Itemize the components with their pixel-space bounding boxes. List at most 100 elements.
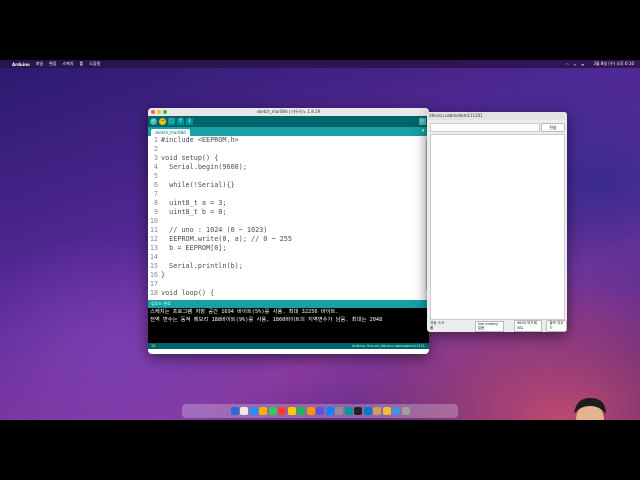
code-line[interactable]: 18 void loop() { — [148, 289, 429, 298]
code-text[interactable]: uint8_t a = 3; — [161, 199, 226, 208]
calendar-icon[interactable] — [278, 407, 286, 415]
code-text[interactable]: void loop() { — [161, 289, 214, 298]
code-line[interactable]: 17 — [148, 280, 429, 289]
messages-icon[interactable] — [268, 407, 277, 415]
line-number: 18 — [149, 289, 158, 297]
code-line[interactable]: 15 Serial.println(b); — [148, 262, 429, 271]
console-line: 스케치는 프로그램 저장 공간 1694 바이트(5%)를 사용. 최대 322… — [150, 309, 339, 315]
code-line[interactable]: 2 — [148, 145, 429, 154]
archive-icon[interactable] — [373, 407, 381, 415]
menu-app-name[interactable]: Arduino — [12, 62, 30, 67]
new-sketch-icon[interactable]: ▢ — [168, 118, 175, 125]
menu-clock[interactable]: 3월 8일 (수) 오후 6:10 — [593, 61, 634, 67]
code-text[interactable]: } — [161, 271, 165, 280]
wifi-icon[interactable]: ◠ — [565, 62, 569, 67]
clear-output-button[interactable]: 출력 지우기 — [546, 320, 567, 332]
line-number: 10 — [149, 217, 158, 225]
serial-monitor-title[interactable]: /dev/cu.usbmodem111201 — [427, 112, 567, 120]
code-line[interactable]: 4 Serial.begin(9600); — [148, 163, 429, 172]
chrome-icon[interactable] — [259, 407, 267, 415]
notes-icon[interactable] — [287, 407, 296, 415]
serial-bottom-bar: 자동 스크롤 line ending 없음 9600 보드레이트 출력 지우기 — [427, 320, 567, 332]
code-line[interactable]: 16} — [148, 271, 429, 280]
line-number: 4 — [153, 163, 158, 171]
line-number: 5 — [153, 172, 158, 180]
dock — [182, 404, 458, 418]
menu-tools[interactable]: 툴 — [80, 61, 84, 67]
tab-sketch[interactable]: sketch_mar08d — [151, 129, 190, 136]
code-editor[interactable]: 1 #include <EEPROM.h> 2 3 void setup() {4 Se… — [148, 136, 429, 300]
code-line[interactable]: 3 void setup() { — [148, 154, 429, 163]
terminal-icon[interactable] — [354, 407, 362, 415]
arduino-ide-window: sketch_mar08d | 아두이노 1.8.19 ✓ → ▢ ↑ ↓ ⌕ … — [148, 108, 429, 354]
serial-monitor-window: /dev/cu.usbmodem111201 전송 자동 스크롤 line en… — [427, 112, 567, 332]
menu-edit[interactable]: 편집 — [49, 61, 56, 67]
code-line[interactable]: 10 — [148, 217, 429, 226]
music-icon[interactable] — [316, 407, 324, 415]
minimize-window-button[interactable] — [157, 110, 161, 114]
line-number: 16 — [149, 271, 158, 279]
menu-sketch[interactable]: 스케치 — [63, 61, 74, 67]
folder-icon[interactable] — [382, 407, 391, 415]
code-line[interactable]: 11 // uno : 1024 (0 ~ 1023) — [148, 226, 429, 235]
line-ending-select[interactable]: line ending 없음 — [474, 320, 504, 332]
spotify-icon[interactable] — [297, 407, 305, 415]
search-icon[interactable]: ⌕ — [574, 62, 576, 67]
code-line[interactable]: 6 while(!Serial){} — [148, 181, 429, 190]
menu-file[interactable]: 파일 — [36, 61, 43, 67]
line-number: 17 — [149, 280, 158, 288]
code-line[interactable]: 12 EEPROM.write(0, a); // 0 ~ 255 — [148, 235, 429, 244]
code-text[interactable]: #include <EEPROM.h> — [161, 136, 239, 145]
code-line[interactable]: 5 — [148, 172, 429, 181]
code-text[interactable]: // uno : 1024 (0 ~ 1023) — [161, 226, 267, 235]
menu-help[interactable]: 도움말 — [89, 61, 100, 67]
vscode-icon[interactable] — [363, 407, 372, 415]
line-number: 8 — [153, 199, 158, 207]
close-window-button[interactable] — [151, 110, 155, 114]
trash-icon[interactable] — [401, 407, 410, 415]
code-text[interactable]: Serial.begin(9600); — [161, 163, 247, 172]
code-text[interactable]: uint8_t b = 0; — [161, 208, 226, 217]
code-text[interactable]: void setup() { — [161, 154, 218, 163]
upload-icon[interactable]: → — [159, 118, 166, 125]
ide-footer: 15 Arduino Uno on /dev/cu.usbmodem11101 — [148, 343, 429, 349]
code-text[interactable]: while(!Serial){} — [161, 181, 235, 190]
safari-icon[interactable] — [249, 407, 258, 415]
launchpad-icon[interactable] — [240, 407, 248, 415]
ide-toolbar: ✓ → ▢ ↑ ↓ ⌕ — [148, 116, 429, 127]
serial-send-button[interactable]: 전송 — [541, 123, 565, 132]
code-line[interactable]: 8 uint8_t a = 3; — [148, 199, 429, 208]
ide-title-bar[interactable]: sketch_mar08d | 아두이노 1.8.19 — [148, 108, 429, 116]
code-text[interactable]: b = EEPROM[0]; — [161, 244, 226, 253]
webcam-person — [574, 398, 606, 420]
tab-menu-icon[interactable]: ▾ — [420, 128, 426, 134]
ide-window-title: sketch_mar08d | 아두이노 1.8.19 — [256, 109, 321, 114]
open-sketch-icon[interactable]: ↑ — [177, 118, 184, 125]
finder-icon[interactable] — [230, 407, 239, 415]
footer-line-number: 15 — [151, 344, 156, 348]
save-sketch-icon[interactable]: ↓ — [186, 118, 193, 125]
code-line[interactable]: 9 uint8_t b = 0; — [148, 208, 429, 217]
code-line[interactable]: 1 #include <EEPROM.h> — [148, 136, 429, 145]
line-number: 13 — [149, 244, 158, 252]
line-number: 14 — [149, 253, 158, 261]
app-store-icon[interactable] — [325, 407, 334, 415]
zoom-window-button[interactable] — [163, 110, 167, 114]
serial-output-area[interactable] — [430, 134, 565, 320]
serial-monitor-icon[interactable]: ⌕ — [419, 118, 426, 125]
code-line[interactable]: 13 b = EEPROM[0]; — [148, 244, 429, 253]
verify-icon[interactable]: ✓ — [150, 118, 157, 125]
photos-icon[interactable] — [306, 407, 315, 415]
autoscroll-checkbox[interactable]: 자동 스크롤 — [430, 321, 445, 331]
baud-rate-select[interactable]: 9600 보드레이트 — [513, 320, 543, 332]
code-text[interactable]: EEPROM.write(0, a); // 0 ~ 255 — [161, 235, 292, 244]
control-center-icon[interactable]: ≡ — [581, 62, 584, 67]
settings-icon[interactable] — [335, 407, 343, 415]
code-text[interactable]: Serial.println(b); — [161, 262, 243, 271]
code-line[interactable]: 7 — [148, 190, 429, 199]
code-line[interactable]: 14 — [148, 253, 429, 262]
serial-send-input[interactable] — [430, 123, 540, 132]
line-number: 7 — [153, 190, 158, 198]
arduino-icon[interactable] — [344, 407, 353, 415]
downloads-icon[interactable] — [392, 407, 400, 415]
